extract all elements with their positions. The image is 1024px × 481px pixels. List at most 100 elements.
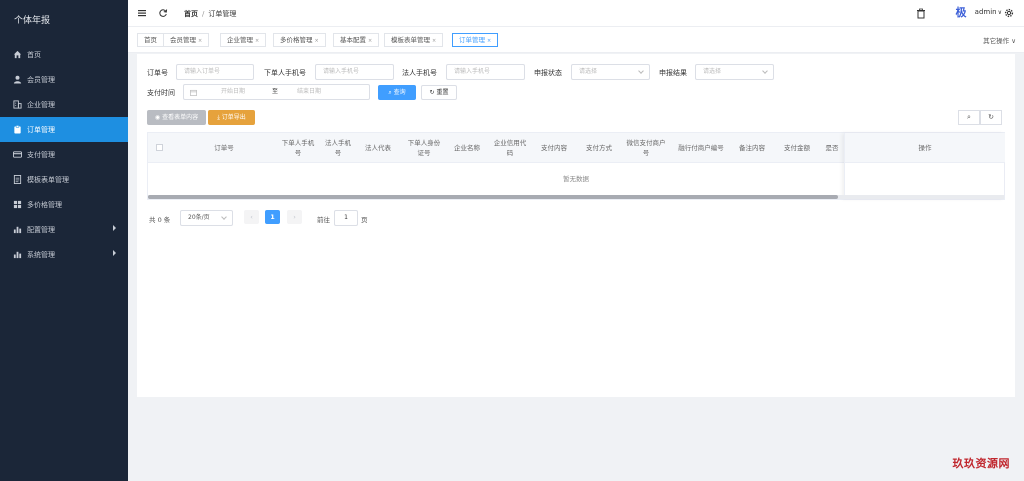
end-date-input[interactable]: 结束日期 (297, 85, 321, 99)
column-header[interactable]: 备注内容 (732, 133, 772, 163)
tabs-bar: 首页 会员管理 × 企业管理 × 多价格管理 × 基本配置 × 模板表单管理 × 订单管理… (128, 27, 1024, 53)
order-no-input[interactable]: 请输入订单号 (176, 64, 254, 80)
gear-icon[interactable] (1004, 8, 1014, 20)
column-header[interactable]: 融行付商户编号 (676, 133, 726, 163)
refresh-table-button[interactable]: ↻ (980, 110, 1002, 125)
close-icon[interactable]: × (315, 38, 319, 44)
tab-template-forms[interactable]: 模板表单管理 × (384, 33, 444, 47)
tab-label: 首页 (144, 36, 157, 44)
report-status-select[interactable]: 请选择 (571, 64, 650, 80)
column-header[interactable]: 法人代表 (361, 133, 395, 163)
sidebar-item-template-forms[interactable]: 模板表单管理 (0, 167, 128, 192)
column-header[interactable]: 企业名称 (446, 133, 488, 163)
column-header[interactable]: 下单人身份证号 (407, 133, 441, 163)
export-orders-button[interactable]: ⤓ 订单导出 (208, 110, 255, 125)
column-header[interactable]: 企业信用代码 (493, 133, 527, 163)
sidebar-item-members[interactable]: 会员管理 (0, 67, 128, 92)
sidebar-item-label: 企业管理 (27, 100, 55, 109)
tab-home[interactable]: 首页 (137, 33, 164, 47)
orders-table: 订单号 下单人手机号 法人手机号 法人代表 下单人身份证号 企业名称 企业信用代… (147, 132, 1005, 200)
sidebar-item-label: 系统管理 (27, 250, 55, 259)
column-header[interactable]: 微信支付商户号 (624, 133, 668, 163)
sidebar-item-enterprise[interactable]: 企业管理 (0, 92, 128, 117)
search-icon: ⌕ (388, 89, 392, 96)
close-icon[interactable]: × (487, 38, 491, 44)
tab-label: 订单管理 (459, 36, 485, 44)
next-page-button[interactable]: › (287, 210, 302, 224)
tab-orders[interactable]: 订单管理 × (452, 33, 499, 47)
sidebar-item-payment[interactable]: 支付管理 (0, 142, 128, 167)
sidebar-item-system[interactable]: 系统管理 (0, 242, 128, 267)
close-icon[interactable]: × (368, 38, 372, 44)
report-status-label: 申报状态 (534, 69, 562, 77)
chevron-left-icon: ‹ (250, 213, 253, 221)
tab-basic-config[interactable]: 基本配置 × (333, 33, 380, 47)
user-menu[interactable]: admin∨ (975, 8, 1002, 16)
column-header[interactable]: 订单号 (188, 133, 260, 163)
view-form-content-button[interactable]: ◉ 查看表单内容 (147, 110, 206, 125)
column-header[interactable]: 支付内容 (535, 133, 573, 163)
tab-multi-price[interactable]: 多价格管理 × (273, 33, 326, 47)
close-icon[interactable]: × (198, 38, 202, 44)
column-header[interactable]: 支付金额 (778, 133, 816, 163)
horizontal-scrollbar[interactable] (148, 195, 1004, 199)
column-header[interactable]: 法人手机号 (322, 133, 354, 163)
user-icon (13, 75, 22, 84)
legal-phone-input[interactable]: 请输入手机号 (446, 64, 525, 80)
column-header[interactable]: 下单人手机号 (280, 133, 316, 163)
select-placeholder: 请选择 (703, 68, 722, 75)
sidebar-item-config[interactable]: 配置管理 (0, 217, 128, 242)
close-icon[interactable]: × (255, 38, 259, 44)
select-all-checkbox[interactable] (156, 144, 163, 151)
date-range-separator: 至 (272, 88, 279, 95)
chevron-down-icon (638, 68, 644, 74)
tab-members[interactable]: 会员管理 × (163, 33, 210, 47)
sidebar-item-orders[interactable]: 订单管理 (0, 117, 128, 142)
building-icon (13, 100, 22, 109)
avatar[interactable]: 极 (954, 6, 968, 20)
close-icon[interactable]: × (432, 38, 436, 44)
tab-label: 会员管理 (170, 36, 196, 44)
page-number-current[interactable]: 1 (265, 210, 280, 224)
tab-enterprise[interactable]: 企业管理 × (220, 33, 267, 47)
column-header[interactable]: 支付方式 (580, 133, 618, 163)
toggle-search-button[interactable]: ⌕ (958, 110, 980, 125)
home-icon (13, 50, 22, 59)
sidebar-item-multi-price[interactable]: 多价格管理 (0, 192, 128, 217)
buyer-phone-input[interactable]: 请输入手机号 (315, 64, 394, 80)
page-size-select[interactable]: 20条/页 (180, 210, 233, 226)
prev-page-button[interactable]: ‹ (244, 210, 259, 224)
calendar-icon (190, 88, 197, 102)
page-suffix: 页 (361, 216, 368, 224)
grid-icon (13, 200, 22, 209)
tab-label: 基本配置 (340, 36, 366, 44)
hamburger-menu-icon[interactable] (137, 8, 147, 20)
refresh-icon[interactable] (158, 8, 168, 20)
search-button[interactable]: ⌕ 查询 (378, 85, 416, 100)
pay-time-range-picker[interactable]: 开始日期 至 结束日期 (183, 84, 370, 100)
sidebar-item-home[interactable]: 首页 (0, 42, 128, 67)
other-operations-dropdown[interactable]: 其它操作 ∨ (983, 35, 1016, 45)
column-header-actions: 操作 (845, 133, 1005, 163)
report-result-select[interactable]: 请选择 (695, 64, 774, 80)
column-header[interactable]: 是否 (822, 133, 842, 163)
reset-button[interactable]: ↻ 重置 (421, 85, 457, 100)
bar-chart-icon (13, 250, 22, 259)
pay-time-label: 支付时间 (147, 89, 175, 97)
reset-button-label: 重置 (436, 89, 449, 96)
tab-label: 模板表单管理 (391, 36, 430, 44)
document-icon (13, 175, 22, 184)
trash-icon[interactable] (916, 8, 926, 21)
user-name: admin (974, 8, 997, 16)
pagination-total: 共 0 条 (149, 216, 171, 224)
card-icon (13, 150, 22, 159)
goto-page-input[interactable]: 1 (334, 210, 358, 226)
scrollbar-thumb[interactable] (148, 195, 838, 199)
chevron-right-icon: › (293, 213, 296, 221)
app-title: 个体年报 (14, 16, 51, 26)
export-button-label: 订单导出 (221, 114, 246, 121)
bar-chart-icon (13, 225, 22, 234)
start-date-input[interactable]: 开始日期 (221, 85, 245, 99)
breadcrumb-home[interactable]: 首页 (184, 10, 198, 18)
view-form-button-label: 查看表单内容 (162, 114, 199, 121)
